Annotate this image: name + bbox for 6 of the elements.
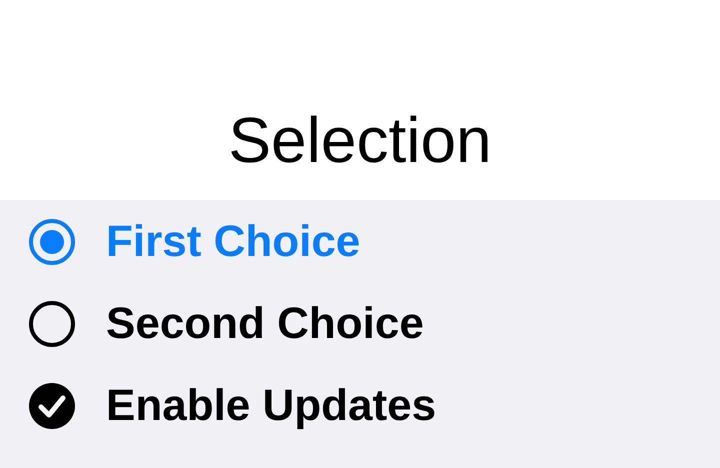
radio-button[interactable] [28, 300, 76, 348]
checkbox[interactable] [28, 382, 76, 430]
option-label[interactable]: Enable Updates [106, 384, 436, 428]
radio-button[interactable] [28, 218, 76, 266]
page-title: Selection [228, 108, 492, 172]
option-label[interactable]: Second Choice [106, 302, 424, 346]
